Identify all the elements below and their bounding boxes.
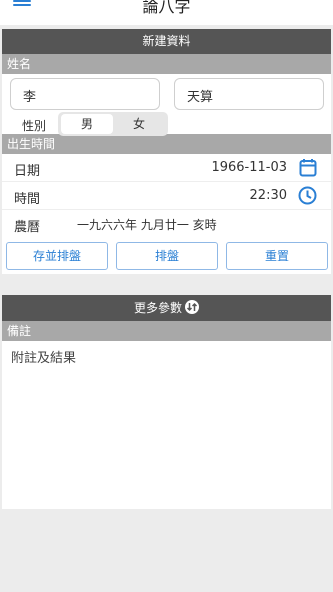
clock-icon[interactable] — [298, 186, 317, 209]
reset-button[interactable]: 重置 — [226, 242, 328, 270]
chart-button[interactable]: 排盤 — [116, 242, 218, 270]
swap-icon[interactable] — [185, 300, 199, 314]
name-section-label: 姓名 — [2, 54, 331, 74]
time-row[interactable]: 時間 22:30 — [2, 182, 331, 210]
gender-female-option[interactable]: 女 — [113, 114, 165, 134]
new-record-card: 新建資料 姓名 李 天算 性別 男 女 出生時間 日期 1966-11-03 時… — [2, 29, 331, 274]
bottom-area — [0, 515, 333, 592]
surname-input[interactable]: 李 — [10, 78, 160, 110]
time-value[interactable]: 22:30 — [250, 188, 287, 203]
app-title: 論八字 — [142, 0, 191, 16]
remark-textarea[interactable]: 附註及結果 — [2, 341, 331, 509]
more-params-header[interactable]: 更多參數 — [2, 295, 331, 321]
lunar-value: 一九六六年 九月廿一 亥時 — [77, 218, 217, 232]
gender-label: 性別 — [22, 119, 47, 133]
date-value[interactable]: 1966-11-03 — [211, 160, 287, 175]
remark-section-label: 備註 — [2, 321, 331, 341]
birth-rows: 日期 1966-11-03 時間 22:30 農曆 一九六六年 九月廿一 亥時 — [2, 154, 331, 238]
lunar-row: 農曆 一九六六年 九月廿一 亥時 — [2, 210, 331, 238]
time-label: 時間 — [14, 192, 41, 207]
app-bar: 論八字 — [0, 0, 333, 25]
more-params-label: 更多參數 — [133, 301, 182, 315]
birth-section-label: 出生時間 — [2, 134, 331, 154]
date-label: 日期 — [14, 164, 41, 179]
date-row[interactable]: 日期 1966-11-03 — [2, 154, 331, 182]
name-row: 李 天算 性別 男 女 — [2, 74, 331, 136]
lunar-label: 農曆 — [14, 220, 41, 235]
new-record-header: 新建資料 — [2, 29, 331, 54]
calendar-icon[interactable] — [299, 158, 317, 181]
action-buttons: 存並排盤 排盤 重置 — [2, 238, 331, 274]
given-name-input[interactable]: 天算 — [174, 78, 324, 110]
gender-male-option[interactable]: 男 — [61, 114, 113, 134]
more-card: 更多參數 備註 附註及結果 — [2, 295, 331, 509]
gender-selector: 男 女 — [58, 112, 168, 136]
save-and-chart-button[interactable]: 存並排盤 — [6, 242, 108, 270]
